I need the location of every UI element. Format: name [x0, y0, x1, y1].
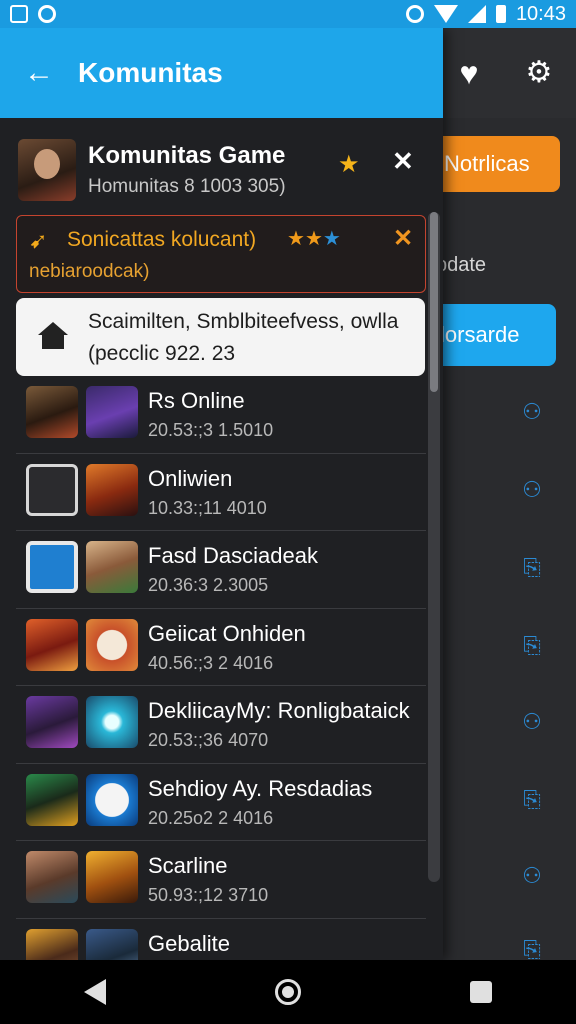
list-item[interactable]: Rs Online 20.53:;3 1.5010 — [16, 376, 426, 454]
list-item-title: Rs Online — [148, 388, 245, 413]
list-item-subtitle: 20.53:;3 1.5010 — [148, 420, 274, 440]
share-icon[interactable]: ⎘ — [520, 556, 544, 580]
game-icon — [26, 696, 78, 748]
vibrate-icon — [405, 5, 424, 23]
scrollbar[interactable] — [428, 212, 440, 882]
system-navigation-bar — [0, 960, 576, 1024]
game-subtitle: Homunitas 8 1003 305) — [88, 176, 286, 197]
list-item-title: Geiicat Onhiden — [148, 620, 306, 646]
home-icon — [38, 322, 68, 350]
list-item-title: Sehdioy Ay. Resdadias — [148, 775, 373, 801]
close-icon[interactable]: ✕ — [393, 224, 413, 253]
scrollbar-thumb[interactable] — [430, 212, 438, 392]
navigation-drawer: ← Komunitas Komunitas Game Homunitas 8 1… — [0, 28, 443, 960]
list-item[interactable]: Scarline 50.93:;12 3710 — [16, 841, 426, 919]
game-icon — [26, 851, 78, 903]
game-icon — [86, 773, 138, 826]
list-item-subtitle: 20.36:3 2.3005 — [148, 575, 269, 595]
share-icon[interactable]: ⎘ — [520, 634, 544, 658]
game-icon — [86, 463, 138, 516]
notice-card[interactable]: Scaimilten, Smblbiteefvess, owlla (peccl… — [16, 298, 425, 376]
back-arrow-icon[interactable]: ← — [24, 56, 54, 90]
list-item-subtitle: 20.25o2 2 4016 — [148, 807, 274, 828]
game-avatar — [18, 139, 76, 201]
megaphone-icon: ➹ — [29, 228, 48, 253]
notice-subtext: (pecclic 922. 23 — [88, 342, 236, 365]
sync-icon — [38, 5, 56, 23]
battery-icon — [495, 5, 506, 23]
nav-recents-icon[interactable] — [469, 981, 492, 1003]
user-icon[interactable]: ⚇ — [520, 400, 544, 424]
list-item[interactable]: Gebalite — [16, 919, 426, 960]
game-icon — [26, 618, 78, 671]
list-item[interactable]: Geiicat Onhiden 40.56:;3 2 4016 — [16, 609, 426, 686]
game-list: Rs Online 20.53:;3 1.5010 Onliwien 10.33… — [16, 376, 426, 960]
rating-stars: ★★★ — [287, 226, 341, 251]
game-icon — [26, 541, 78, 593]
game-icon — [26, 928, 78, 960]
gear-icon[interactable]: ⚙ — [522, 56, 556, 90]
drawer-title: Komunitas — [78, 57, 223, 88]
status-bar: 10:43 — [0, 0, 576, 28]
list-item-title: Fasd Dasciadeak — [148, 543, 318, 568]
star-icon: ★ — [322, 228, 341, 250]
wifi-icon — [433, 5, 458, 23]
list-item[interactable]: Onliwien 10.33:;11 4010 — [16, 454, 426, 531]
game-icon — [86, 928, 138, 960]
game-icon — [86, 541, 138, 593]
list-item-title: Scarline — [148, 853, 228, 878]
game-icon — [86, 851, 138, 903]
user-icon[interactable]: ⚇ — [520, 710, 544, 734]
close-icon[interactable]: ✕ — [392, 146, 414, 177]
list-item-subtitle: 40.56:;3 2 4016 — [148, 652, 274, 673]
list-item-subtitle: 50.93:;12 3710 — [148, 885, 269, 905]
share-icon[interactable]: ⎘ — [520, 788, 544, 812]
game-icon — [86, 386, 138, 438]
list-item-title: DekliicayMy: Ronligbataick — [148, 698, 410, 723]
game-icon — [26, 773, 78, 826]
list-item[interactable]: Sehdioy Ay. Resdadias 20.25o2 2 4016 — [16, 764, 426, 841]
list-item-title: Gebalite — [148, 930, 230, 956]
notification-icon — [10, 5, 28, 23]
star-icon: ★ — [287, 228, 305, 250]
update-label: pdate — [436, 254, 487, 276]
notice-text: Scaimilten, Smblbiteefvess, owlla — [88, 310, 399, 333]
notifications-button[interactable]: Notrlicas — [430, 136, 560, 192]
star-icon: ★ — [304, 228, 323, 250]
heart-icon[interactable]: ♥ — [452, 56, 486, 90]
share-icon[interactable]: ⎘ — [520, 938, 544, 962]
user-icon[interactable]: ⚇ — [520, 864, 544, 888]
list-item-title: Onliwien — [148, 465, 233, 491]
star-icon[interactable]: ★ — [338, 150, 360, 179]
game-icon — [86, 696, 138, 748]
list-item[interactable]: DekliicayMy: Ronligbataick 20.53:;36 407… — [16, 686, 426, 764]
alert-subtitle: nebiaroodcak) — [29, 261, 150, 282]
game-icon — [26, 463, 78, 516]
status-time: 10:43 — [515, 2, 566, 25]
game-card[interactable]: Komunitas Game Homunitas 8 1003 305) ★ ✕ — [18, 132, 428, 208]
user-icon[interactable]: ⚇ — [520, 478, 544, 502]
alert-banner[interactable]: ➹ Sonicattas kolucant) ★★★ ✕ nebiaroodca… — [16, 215, 426, 293]
game-title: Komunitas Game — [88, 142, 286, 169]
nav-home-icon[interactable] — [274, 979, 301, 1005]
game-icon — [86, 618, 138, 671]
alert-title: Sonicattas kolucant) — [67, 228, 257, 251]
drawer-header: ← Komunitas — [0, 28, 443, 118]
list-item-subtitle: 10.33:;11 4010 — [148, 497, 267, 518]
game-icon — [26, 386, 78, 438]
nav-back-icon[interactable] — [84, 979, 107, 1005]
forward-button[interactable]: lorsarde — [430, 304, 556, 366]
list-item-subtitle: 20.53:;36 4070 — [148, 730, 269, 750]
list-item[interactable]: Fasd Dasciadeak 20.36:3 2.3005 — [16, 531, 426, 609]
signal-icon — [467, 5, 486, 23]
